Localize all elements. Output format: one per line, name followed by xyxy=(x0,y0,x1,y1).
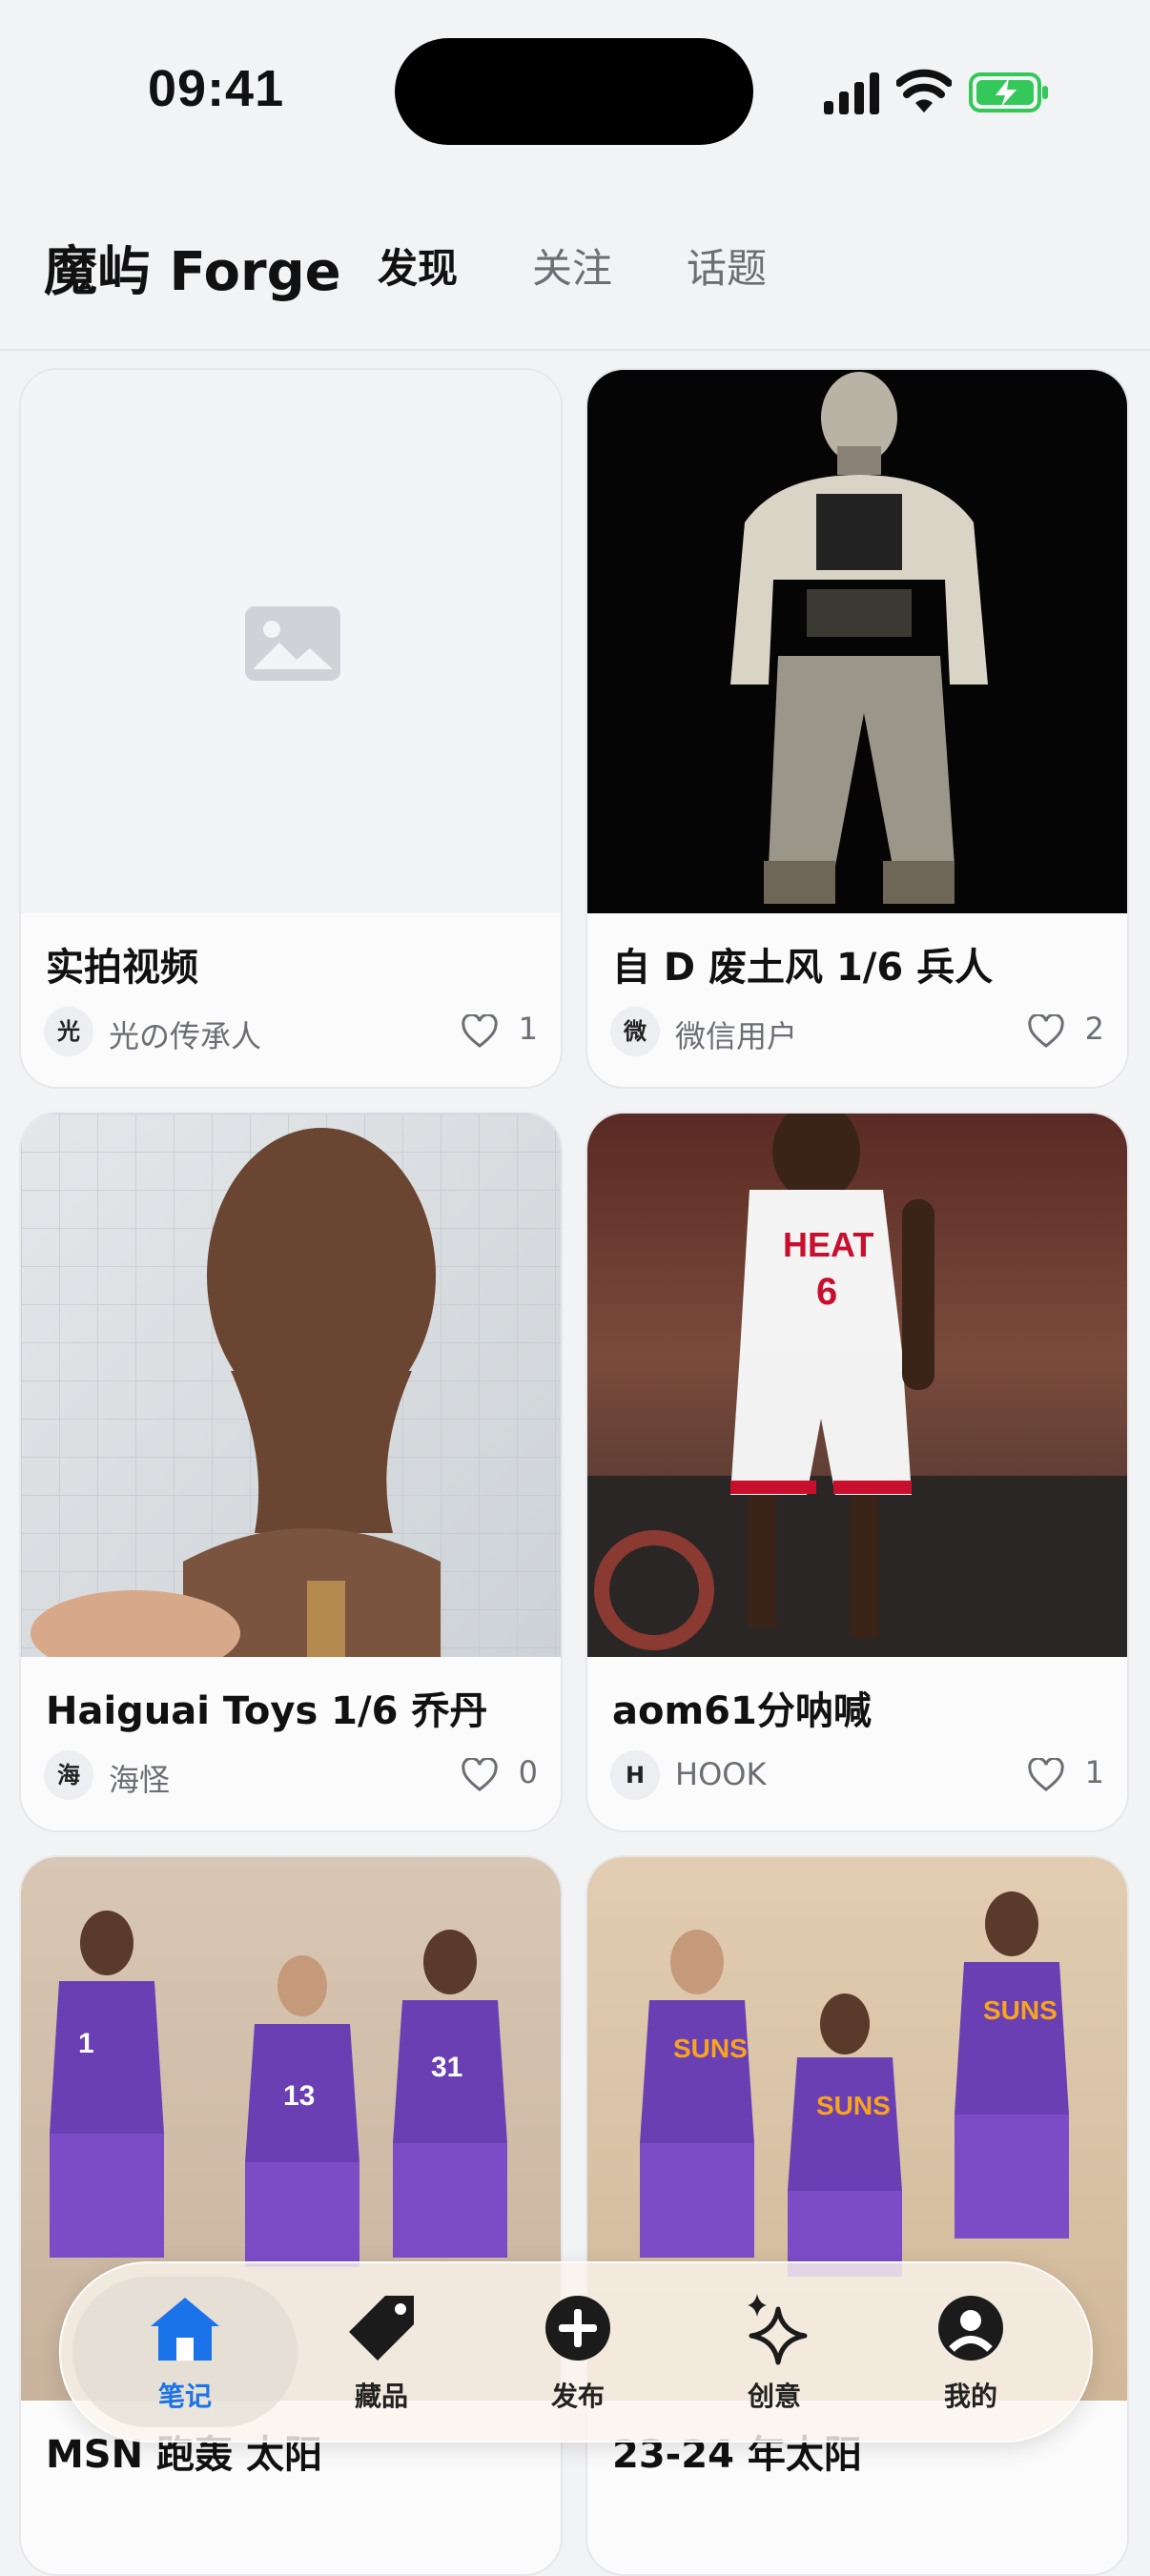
battery-icon xyxy=(969,72,1048,112)
note-title: aom61分呐喊 xyxy=(612,1689,872,1733)
svg-text:SUNS: SUNS xyxy=(673,2034,748,2063)
tab-discover[interactable]: 发现 xyxy=(378,236,458,295)
bottom-tab-bar: 笔记 藏品 发布 创意 我的 xyxy=(59,2261,1093,2443)
heart-icon[interactable] xyxy=(462,1758,498,1792)
home-icon xyxy=(151,2298,219,2361)
tab-following[interactable]: 关注 xyxy=(532,236,612,295)
author-name[interactable]: HOOK xyxy=(675,1756,766,1792)
note-image xyxy=(587,370,1127,913)
figure-illustration xyxy=(730,372,988,904)
svg-text:SUNS: SUNS xyxy=(983,1995,1058,2025)
tag-icon xyxy=(349,2296,414,2361)
note-image: HEAT 6 xyxy=(587,1114,1127,1657)
note-title: 自 D 废土风 1/6 兵人 xyxy=(612,946,994,990)
tab-label: 创意 xyxy=(747,2381,801,2412)
like-count: 1 xyxy=(518,1011,538,1047)
user-icon xyxy=(938,2296,1003,2361)
author-name[interactable]: 海怪 xyxy=(109,1756,170,1800)
note-card[interactable]: 实拍视频 光 光の传承人 1 xyxy=(19,368,563,1089)
svg-text:HEAT: HEAT xyxy=(783,1225,873,1264)
note-card[interactable]: SUNS SUNS SUNS 23-24 年太阳 xyxy=(585,1855,1129,2576)
svg-text:31: 31 xyxy=(431,2052,462,2083)
note-image-placeholder xyxy=(21,370,561,913)
head-sculpt-illustration xyxy=(21,1114,561,1657)
like-count: 0 xyxy=(518,1754,538,1790)
note-image xyxy=(21,1114,561,1657)
status-time: 09:41 xyxy=(148,60,285,117)
tab-publish[interactable]: 发布 xyxy=(502,2290,654,2423)
wifi-icon xyxy=(896,69,952,112)
like-count: 1 xyxy=(1084,1754,1104,1790)
note-card[interactable]: 1 13 31 MSN 跑轰 太阳 xyxy=(19,1855,563,2576)
avatar[interactable]: 光 xyxy=(44,1007,93,1056)
signal-icon xyxy=(824,72,879,114)
heart-icon[interactable] xyxy=(462,1014,498,1049)
svg-text:13: 13 xyxy=(283,2080,315,2112)
tab-label: 笔记 xyxy=(157,2381,212,2412)
avatar[interactable]: H xyxy=(610,1750,660,1800)
author-name[interactable]: 光の传承人 xyxy=(109,1012,261,1056)
app-logo: 魔屿 Forge xyxy=(44,241,341,303)
like-count: 2 xyxy=(1084,1011,1104,1047)
note-meta: 海 海怪 0 xyxy=(44,1748,538,1802)
avatar[interactable]: 海 xyxy=(44,1750,93,1800)
note-meta: 微 微信用户 2 xyxy=(610,1005,1104,1058)
tab-label: 藏品 xyxy=(354,2381,408,2412)
heart-icon[interactable] xyxy=(1028,1014,1064,1049)
plus-circle-icon xyxy=(545,2296,610,2361)
tab-label: 我的 xyxy=(943,2381,997,2412)
note-meta: 光 光の传承人 1 xyxy=(44,1005,538,1058)
tab-collection[interactable]: 藏品 xyxy=(305,2290,458,2423)
sparkle-icon xyxy=(748,2294,808,2365)
status-bar: 09:41 xyxy=(0,0,1150,181)
heart-icon[interactable] xyxy=(1028,1758,1064,1792)
basketball-figure-illustration: HEAT 6 xyxy=(587,1114,1127,1657)
tab-label: 发布 xyxy=(550,2381,605,2412)
tab-me[interactable]: 我的 xyxy=(894,2290,1047,2423)
svg-text:6: 6 xyxy=(816,1271,837,1313)
note-card[interactable]: HEAT 6 aom61分呐喊 H HOOK 1 xyxy=(585,1112,1129,1832)
image-placeholder-icon xyxy=(245,606,340,681)
note-title: Haiguai Toys 1/6 乔丹 xyxy=(46,1689,488,1733)
tab-creative[interactable]: 创意 xyxy=(698,2290,851,2423)
avatar[interactable]: 微 xyxy=(610,1007,660,1056)
author-name[interactable]: 微信用户 xyxy=(675,1012,797,1056)
tab-notes[interactable]: 笔记 xyxy=(109,2290,261,2423)
dynamic-island xyxy=(395,38,753,145)
tab-topics[interactable]: 话题 xyxy=(687,236,767,295)
note-meta: H HOOK 1 xyxy=(610,1748,1104,1802)
note-title: 实拍视频 xyxy=(46,946,198,990)
top-nav: 魔屿 Forge 发现 关注 话题 xyxy=(0,181,1150,351)
svg-text:1: 1 xyxy=(78,2028,94,2059)
note-card[interactable]: 自 D 废土风 1/6 兵人 微 微信用户 2 xyxy=(585,368,1129,1089)
svg-text:SUNS: SUNS xyxy=(816,2091,891,2120)
note-card[interactable]: Haiguai Toys 1/6 乔丹 海 海怪 0 xyxy=(19,1112,563,1832)
